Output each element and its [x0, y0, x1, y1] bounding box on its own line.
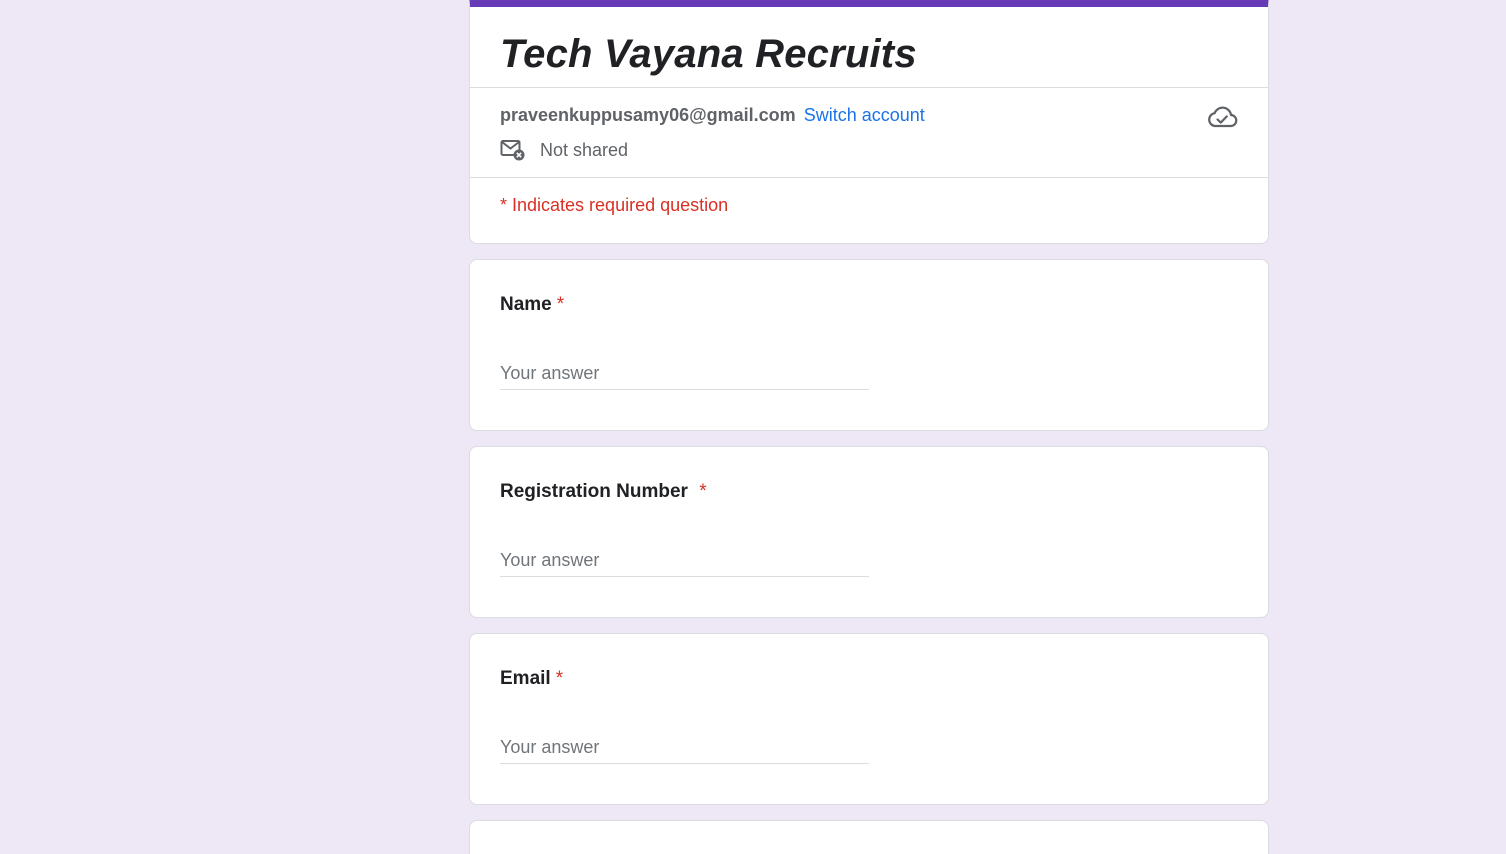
question-title: Name * [500, 294, 564, 316]
question-label: Registration Number [500, 481, 694, 502]
form-column: Tech Vayana Recruits praveenkuppusamy06@… [469, 0, 1269, 854]
question-label: Email [500, 668, 551, 689]
required-asterisk: * [555, 668, 564, 689]
required-asterisk: * [699, 481, 707, 502]
account-email: praveenkuppusamy06@gmail.com [500, 105, 796, 125]
switch-account-link[interactable]: Switch account [804, 105, 925, 125]
question-title: Registration Number * [500, 481, 707, 503]
shared-status: Not shared [500, 138, 628, 162]
name-input[interactable] [500, 358, 869, 390]
email-input[interactable] [500, 732, 869, 764]
registration-number-input[interactable] [500, 545, 869, 577]
account-row: praveenkuppusamy06@gmail.com Switch acco… [470, 88, 1268, 177]
cloud-saved-icon[interactable] [1206, 104, 1238, 130]
form-page: Tech Vayana Recruits praveenkuppusamy06@… [0, 0, 1506, 854]
account-line: praveenkuppusamy06@gmail.com Switch acco… [500, 104, 925, 126]
shared-status-text: Not shared [540, 139, 629, 160]
form-title: Tech Vayana Recruits [500, 32, 917, 76]
mail-not-shared-icon [500, 138, 526, 162]
question-card-next [469, 820, 1269, 854]
question-card-name: Name * [469, 259, 1269, 431]
required-asterisk: * [556, 294, 565, 315]
form-header-card: Tech Vayana Recruits praveenkuppusamy06@… [469, 0, 1269, 244]
question-title: Email * [500, 668, 563, 690]
question-card-email: Email * [469, 633, 1269, 805]
question-label: Name [500, 294, 552, 315]
required-note: * Indicates required question [500, 195, 729, 215]
question-card-registration-number: Registration Number * [469, 446, 1269, 618]
